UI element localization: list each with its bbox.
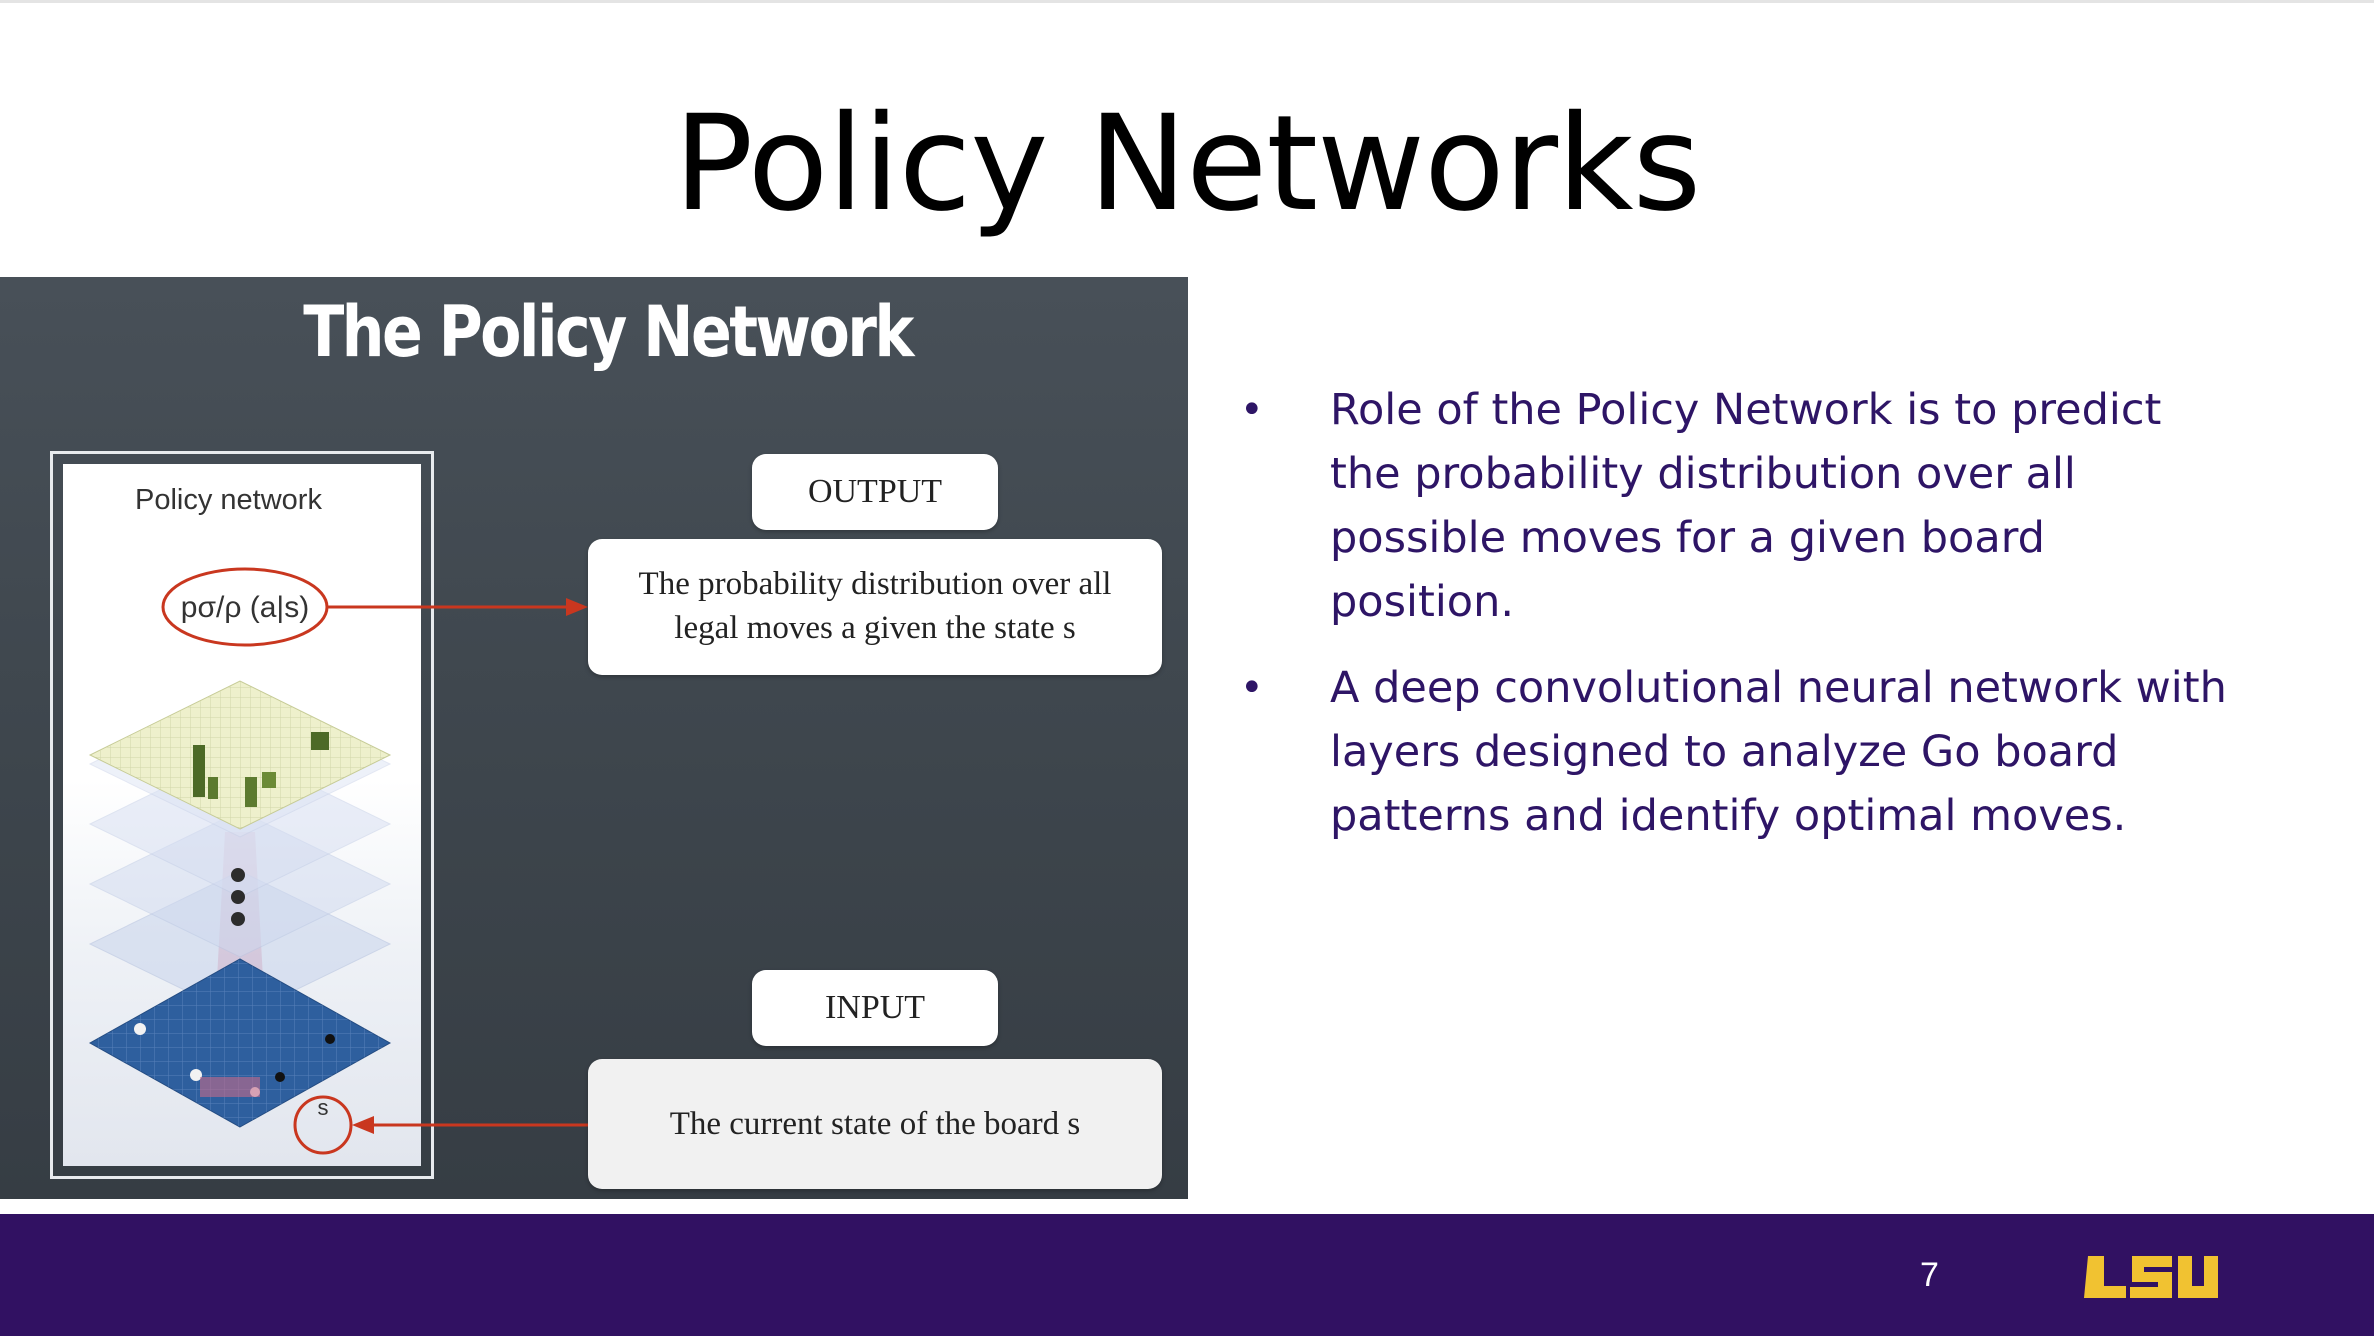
top-rule: [0, 0, 2374, 3]
probability-bar: [193, 745, 205, 797]
highlight-region: [200, 1077, 260, 1097]
probability-bar: [245, 777, 257, 807]
probability-bar: [262, 772, 276, 788]
output-description-box: The probability distribution over all le…: [588, 539, 1162, 675]
page-number: 7: [1920, 1256, 1939, 1294]
input-label-box: INPUT: [752, 970, 998, 1046]
output-desc-line2: legal moves a given the state s: [674, 610, 1076, 646]
bullet-item: • Role of the Policy Network is to predi…: [1240, 378, 2240, 634]
black-stone: [325, 1034, 335, 1044]
formula-text: pσ/ρ (a|s): [181, 591, 309, 624]
probability-bar: [208, 777, 218, 799]
output-label-box: OUTPUT: [752, 454, 998, 530]
bullet-text: A deep convolutional neural network with…: [1330, 663, 2227, 841]
bullet-text: Role of the Policy Network is to predict…: [1330, 385, 2162, 627]
output-desc-line1: The probability distribution over all: [638, 566, 1112, 602]
ellipsis-dot: [231, 868, 245, 882]
bullet-item: • A deep convolutional neural network wi…: [1240, 656, 2240, 848]
ellipsis-dot: [231, 890, 245, 904]
bullet-list: • Role of the Policy Network is to predi…: [1240, 378, 2240, 870]
output-arrowhead: [566, 598, 588, 616]
slide-title: Policy Networks: [673, 87, 1702, 241]
state-symbol: s: [318, 1095, 329, 1120]
black-stone: [275, 1072, 285, 1082]
ellipsis-dot: [231, 912, 245, 926]
lsu-logo: [2084, 1256, 2218, 1298]
white-stone: [134, 1023, 146, 1035]
policy-network-figure: The Policy Network Policy network pσ/ρ (…: [0, 277, 1188, 1199]
probability-bar: [311, 732, 329, 750]
input-arrowhead: [352, 1116, 374, 1134]
bullet-dot-icon: •: [1240, 665, 1264, 711]
footer-bar: 7: [0, 1214, 2374, 1336]
bullet-dot-icon: •: [1240, 387, 1264, 433]
input-description-box: The current state of the board s: [588, 1059, 1162, 1189]
